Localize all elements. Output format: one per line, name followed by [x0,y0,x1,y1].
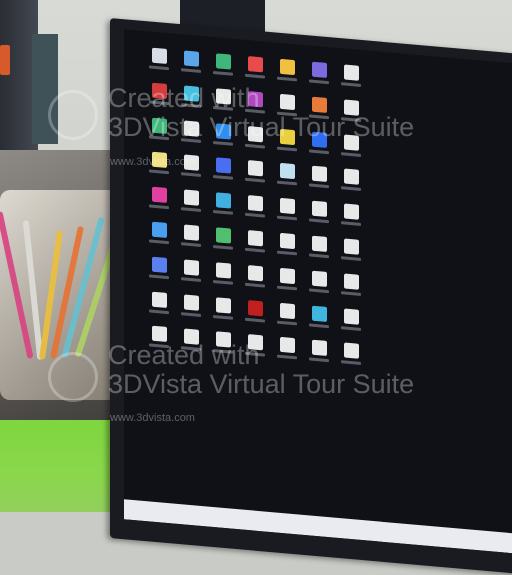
desktop-icon-label [277,285,297,291]
desktop-icon[interactable] [216,192,231,209]
watermark-url: www.3dvista.com [110,412,195,424]
desktop-icon-label [277,181,297,186]
desktop-icon-label [277,215,297,221]
desktop-icon-label [181,277,201,282]
desktop-icon-label [149,169,169,175]
desktop-icon[interactable] [184,224,199,241]
watermark-logo-icon [48,90,98,140]
desktop-icon-label [149,204,169,210]
desktop-icon[interactable] [344,308,359,325]
desktop-icon[interactable] [184,50,199,67]
watermark-logo-icon [48,352,98,402]
desktop-icon[interactable] [280,232,295,250]
desktop-icon[interactable] [344,168,359,186]
desktop-icon[interactable] [152,47,167,64]
desktop-icon[interactable] [280,58,295,76]
desktop-icon-label [149,309,169,314]
watermark-url: www.3dvista.com [110,156,195,168]
desktop-icon[interactable] [216,53,231,70]
desktop-icon-label [213,175,233,181]
desktop-icon-label [149,65,169,71]
desktop-icon[interactable] [280,267,295,284]
desktop-icon[interactable] [216,296,231,314]
desktop-icon-label [245,282,265,288]
desktop-icon[interactable] [152,186,167,204]
desktop-icon-label [149,239,169,245]
desktop-icon[interactable] [152,256,167,273]
watermark-line-1: Created with [108,83,260,113]
desktop-icon[interactable] [152,221,167,238]
desktop-icon[interactable] [248,299,263,316]
desktop-icon[interactable] [312,166,327,183]
desktop-icon-label [277,146,297,151]
desktop-icon[interactable] [344,273,359,290]
desktop-icon-label [149,274,169,279]
desktop-icon-label [309,288,329,293]
desktop-icon-label [181,242,201,247]
desktop-icon-label [181,311,201,317]
desktop-icon-label [181,68,201,73]
desktop-icon-label [213,210,233,215]
desktop-icon[interactable] [280,302,295,319]
desktop-icon-label [277,76,297,82]
desktop-icon[interactable] [280,198,295,215]
desktop-icon-label [245,247,265,253]
desktop-icon-label [277,320,297,325]
desktop-icon[interactable] [248,264,263,282]
desktop-icon[interactable] [248,56,263,73]
desktop-icon-label [341,151,361,157]
desktop-icon[interactable] [248,195,263,212]
desktop-icon-label [213,245,233,250]
desktop-icon[interactable] [152,291,167,308]
desktop-icon-label [181,207,201,213]
desktop-icon-label [277,250,297,256]
desktop-icon[interactable] [184,189,199,206]
desktop-icon-label [245,317,265,323]
desktop-icon[interactable] [344,203,359,220]
watermark: Created with 3DVista Virtual Tour Suite [108,341,414,399]
desktop-icon[interactable] [344,64,359,81]
desktop-icon[interactable] [216,157,231,174]
desktop-icon[interactable] [184,294,199,311]
desktop-icon[interactable] [312,200,327,218]
desktop-icon-label [341,186,361,192]
desktop-icon-label [245,73,265,79]
desktop-icon-label [309,253,329,259]
watermark-line-2: 3DVista Virtual Tour Suite [108,112,415,142]
watermark: Created with 3DVista Virtual Tour Suite [108,84,414,142]
watermark-line-2: 3DVista Virtual Tour Suite [108,369,415,399]
desktop-icon-label [309,323,329,328]
desktop-icon[interactable] [312,270,327,287]
desktop-icon-label [213,314,233,320]
desktop-icon-label [213,71,233,76]
desktop-icon[interactable] [344,238,359,255]
desktop-icon-label [341,256,361,261]
desktop-icon[interactable] [184,259,199,276]
desktop-icon-label [181,172,201,178]
desktop-icon-label [341,221,361,227]
desktop-icon[interactable] [248,230,263,247]
desktop-icon[interactable] [248,160,263,177]
desktop-icon[interactable] [280,163,295,180]
desktop-icon-label [213,279,233,285]
desktop-icon-label [341,325,361,331]
taskbar[interactable] [124,499,512,555]
desktop-icon[interactable] [312,305,327,322]
desktop-icon[interactable] [312,61,327,78]
desktop-icon-label [245,178,265,183]
desktop-icon-label [309,218,329,224]
desktop-icon-label [341,291,361,296]
desktop-icon-label [245,143,265,149]
orange-object [0,45,10,75]
watermark-line-1: Created with [108,340,260,370]
desktop-icon[interactable] [216,262,231,279]
desktop-icon-label [245,212,265,218]
desktop-icon-label [309,149,329,154]
desktop-icon-label [309,183,329,189]
desktop-icon[interactable] [312,235,327,252]
desktop-icon[interactable] [216,227,231,244]
